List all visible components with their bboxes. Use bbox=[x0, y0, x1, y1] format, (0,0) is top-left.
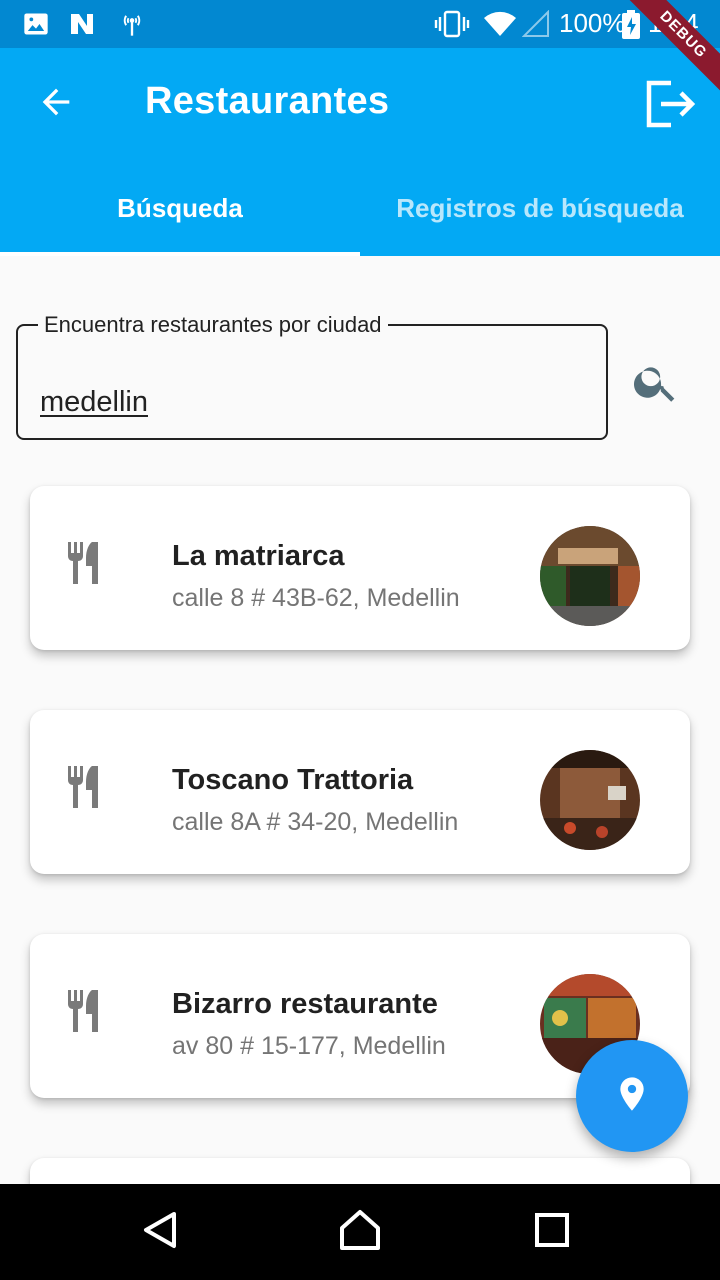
search-input[interactable]: medellin bbox=[40, 386, 148, 419]
battery-icon bbox=[620, 10, 642, 45]
image-icon bbox=[22, 10, 50, 43]
restaurant-name: Bizarro restaurante bbox=[172, 988, 438, 1020]
battery-percent: 100% bbox=[559, 8, 626, 38]
restaurant-icon bbox=[66, 990, 104, 1032]
restaurant-name: Toscano Trattoria bbox=[172, 764, 414, 796]
logout-button[interactable] bbox=[640, 76, 700, 136]
restaurant-photo bbox=[540, 750, 640, 850]
restaurant-icon bbox=[66, 542, 104, 584]
nav-home-button[interactable] bbox=[330, 1202, 390, 1262]
restaurant-card[interactable]: La matriarca calle 8 # 43B-62, Medellin bbox=[30, 486, 690, 650]
search-field[interactable]: Encuentra restaurantes por ciudad medell… bbox=[16, 312, 608, 440]
logout-icon bbox=[643, 79, 697, 134]
location-pin-icon bbox=[612, 1072, 652, 1121]
tab-bar: Búsqueda Registros de búsqueda bbox=[0, 160, 720, 256]
nav-back-button[interactable] bbox=[130, 1202, 190, 1262]
tab-indicator bbox=[0, 252, 360, 256]
nav-home-icon bbox=[338, 1208, 382, 1257]
nav-recents-button[interactable] bbox=[522, 1202, 582, 1262]
hotspot-icon bbox=[118, 10, 146, 43]
n-app-icon bbox=[68, 10, 98, 43]
tab-label: Registros de búsqueda bbox=[396, 192, 684, 223]
tab-busqueda[interactable]: Búsqueda bbox=[0, 160, 360, 256]
system-nav-bar bbox=[0, 1184, 720, 1280]
arrow-back-icon bbox=[36, 82, 76, 127]
restaurant-address: av 80 # 15-177, Medellin bbox=[172, 1032, 446, 1060]
vibrate-icon bbox=[434, 10, 470, 43]
restaurant-icon bbox=[66, 766, 104, 808]
page-title: Restaurantes bbox=[145, 80, 390, 122]
restaurant-photo bbox=[540, 526, 640, 626]
nav-back-icon bbox=[140, 1210, 180, 1255]
restaurant-name: La matriarca bbox=[172, 540, 345, 572]
back-button[interactable] bbox=[28, 76, 84, 132]
app-bar: Restaurantes Búsqueda Registros de búsqu… bbox=[0, 48, 720, 256]
wifi-icon bbox=[482, 10, 518, 43]
tab-registros[interactable]: Registros de búsqueda bbox=[360, 160, 720, 256]
signal-icon bbox=[521, 9, 550, 43]
nav-recents-icon bbox=[534, 1212, 570, 1253]
restaurant-address: calle 8 # 43B-62, Medellin bbox=[172, 584, 460, 612]
restaurant-card[interactable]: Toscano Trattoria calle 8A # 34-20, Mede… bbox=[30, 710, 690, 874]
restaurant-address: calle 8A # 34-20, Medellin bbox=[172, 808, 459, 836]
search-field-label: Encuentra restaurantes por ciudad bbox=[44, 312, 382, 337]
map-fab-button[interactable] bbox=[576, 1040, 688, 1152]
search-button[interactable] bbox=[626, 354, 686, 414]
tab-label: Búsqueda bbox=[117, 192, 243, 223]
search-icon bbox=[631, 357, 681, 412]
status-bar: 100% 1:34 bbox=[0, 0, 720, 48]
